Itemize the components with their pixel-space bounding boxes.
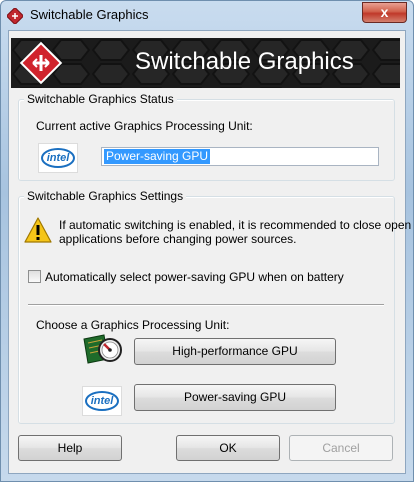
window-title: Switchable Graphics [30, 7, 149, 22]
auto-switch-label[interactable]: Automatically select power-saving GPU wh… [45, 270, 344, 284]
ok-button-label: OK [219, 441, 237, 455]
intel-logo-icon: intel [38, 143, 78, 173]
close-button[interactable]: x [362, 2, 407, 23]
high-performance-gpu-icon [83, 334, 122, 364]
auto-switch-checkbox[interactable] [28, 270, 41, 283]
current-gpu-value: Power-saving GPU [104, 149, 211, 164]
header-banner: Switchable Graphics [11, 38, 400, 88]
status-group-legend: Switchable Graphics Status [24, 92, 177, 106]
ok-button[interactable]: OK [176, 435, 280, 461]
app-icon [7, 8, 23, 24]
settings-divider [28, 304, 384, 306]
banner-title: Switchable Graphics [135, 48, 354, 75]
high-performance-gpu-button-label: High-performance GPU [172, 344, 298, 358]
cancel-button-label: Cancel [322, 441, 360, 455]
help-button[interactable]: Help [18, 435, 122, 461]
intel-logo-text: intel [85, 391, 119, 411]
help-button-label: Help [57, 441, 83, 455]
intel-logo-text: intel [41, 148, 75, 168]
current-gpu-label: Current active Graphics Processing Unit: [36, 119, 253, 133]
cancel-button[interactable]: Cancel [289, 435, 393, 461]
settings-group-legend: Switchable Graphics Settings [24, 189, 187, 203]
warning-text-line1: If automatic switching is enabled, it is… [59, 218, 412, 232]
high-performance-gpu-button[interactable]: High-performance GPU [134, 338, 336, 365]
warning-text-line2: applications before changing power sourc… [59, 232, 297, 246]
power-saving-gpu-button[interactable]: Power-saving GPU [134, 384, 336, 411]
switchable-graphics-logo-icon [19, 41, 63, 85]
current-gpu-field[interactable]: Power-saving GPU [101, 147, 379, 166]
title-bar[interactable]: Switchable Graphics x [1, 1, 413, 29]
close-icon: x [380, 4, 389, 20]
choose-gpu-label: Choose a Graphics Processing Unit: [36, 318, 230, 332]
intel-logo-icon: intel [82, 386, 122, 416]
power-saving-gpu-button-label: Power-saving GPU [183, 390, 287, 404]
warning-icon [24, 217, 52, 243]
